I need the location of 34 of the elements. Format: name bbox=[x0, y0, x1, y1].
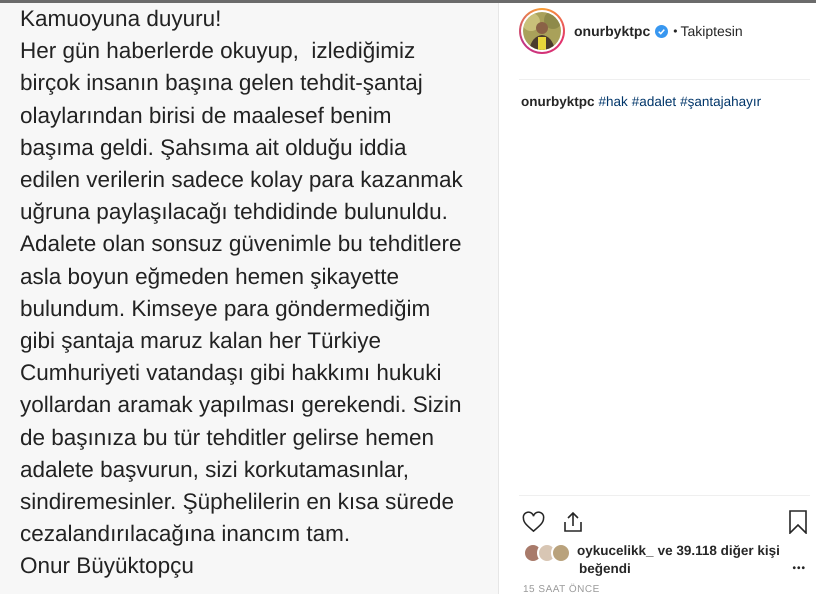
image-text-line: yollardan aramak yapılması gerekendi. Sizin bbox=[20, 391, 462, 420]
heart-icon[interactable] bbox=[521, 510, 546, 534]
image-text-line: sindiremesinler. Şüphelilerin en kısa sürede bbox=[20, 488, 454, 516]
image-text-line: uğruna paylaşılacağı tehdidinde bulunuldu. bbox=[20, 198, 448, 226]
image-text-line: Adalete olan sonsuz güvenimle bu tehditlere bbox=[20, 230, 462, 258]
image-text-line: adalete başvurun, sizi korkutamasınlar, bbox=[20, 456, 409, 484]
bookmark-icon[interactable] bbox=[788, 510, 808, 534]
image-text-line: de başınıza bu tür tehditler gelirse hemen bbox=[20, 424, 434, 452]
follow-status[interactable]: Takiptesin bbox=[680, 20, 743, 42]
hashtag-link[interactable]: #hak bbox=[598, 92, 628, 112]
username[interactable]: onurbyktpc bbox=[574, 20, 650, 42]
share-icon[interactable] bbox=[561, 510, 585, 534]
image-text-line: başıma geldi. Şahsıma ait olduğu iddia bbox=[20, 134, 406, 162]
liked-text: beğendi bbox=[579, 560, 631, 578]
image-text-line: birçok insanın başına gelen tehdit-şantaj bbox=[20, 69, 423, 98]
separator-dot: • bbox=[673, 23, 678, 40]
image-text-line: Kamuoyuna duyuru! bbox=[20, 5, 222, 33]
image-text-line: gibi şantaja maruz kalan her Türkiye bbox=[20, 327, 382, 356]
image-text-line: bulundum. Kimseye para göndermediğim bbox=[20, 294, 430, 323]
image-text-line: asla boyun eğmeden hemen şikayette bbox=[20, 262, 399, 291]
avatar[interactable] bbox=[519, 8, 565, 54]
liker-username[interactable]: oykucelikk_ bbox=[577, 542, 654, 560]
image-text-line: edilen verilerin sadece kolay para kazanmak bbox=[20, 166, 463, 194]
hashtag-link[interactable]: #adalet bbox=[632, 92, 676, 112]
likes-count-link[interactable]: ve 39.118 diğer kişi bbox=[658, 542, 780, 560]
image-text-line: Cumhuriyeti vatandaşı gibi hakkımı hukuki bbox=[20, 359, 442, 388]
caption-username[interactable]: onurbyktpc bbox=[521, 92, 595, 112]
image-text-line: Her gün haberlerde okuyup, izlediğimiz bbox=[20, 37, 416, 66]
more-options-button[interactable]: ••• bbox=[792, 560, 806, 578]
image-text-line: cezalandırılacağına inancım tam. bbox=[20, 520, 350, 548]
image-text-line: Onur Büyüktopçu bbox=[20, 552, 194, 580]
hashtag-link[interactable]: #şantajahayır bbox=[680, 92, 762, 112]
image-text-line: olaylarından birisi de maalesef benim bbox=[20, 102, 392, 130]
timestamp: 15 SAAT ÖNCE bbox=[522, 582, 600, 594]
